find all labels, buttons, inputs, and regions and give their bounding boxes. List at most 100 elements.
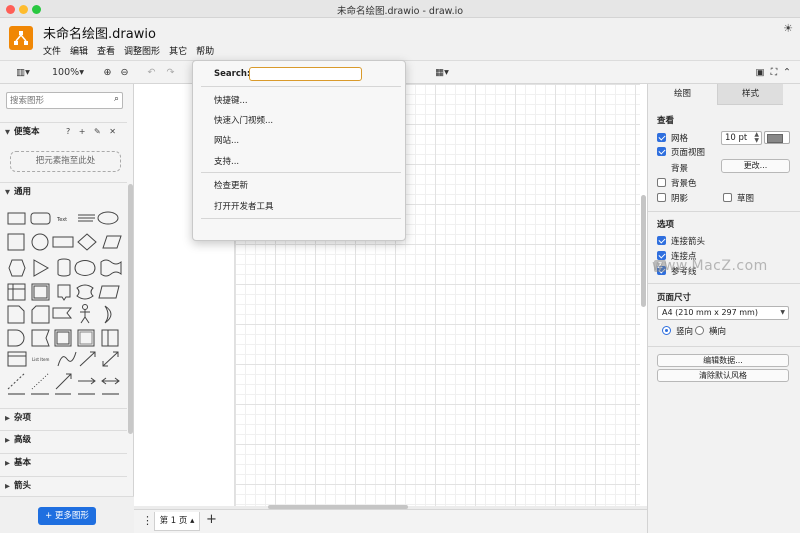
shape-row-4 [7,283,120,301]
change-background-button[interactable]: 更改... [721,159,790,173]
section-scratchpad[interactable]: ▼ 便笺本 ? + ✎ ✕ [0,122,127,140]
caret-right-icon: ▶ [5,414,10,422]
undo-icon[interactable]: ↶ [145,65,158,80]
grid-color-swatch[interactable] [764,131,790,144]
zoom-select[interactable]: 100%▾ [48,65,88,80]
menu-file[interactable]: 文件 [43,44,61,57]
grid-size-input[interactable]: 10 pt ▲ ▼ [721,131,762,145]
background-color-checkbox[interactable] [657,178,666,187]
shape-row-7: List Item [7,351,119,367]
sidebar-footer: + 更多图形 [0,496,134,533]
edit-data-button[interactable]: 编辑数据... [657,354,789,367]
caret-right-icon: ▶ [5,482,10,490]
scratchpad-tools[interactable]: ? + ✎ ✕ [66,123,119,141]
fullscreen-icon[interactable]: ⛶ [768,65,780,80]
caret-right-icon: ▶ [5,436,10,444]
shape-row-5 [7,304,112,324]
shadow-label: 阴影 [671,194,689,204]
landscape-label: 横向 [709,327,727,337]
more-shapes-button[interactable]: + 更多图形 [38,507,96,525]
redo-icon[interactable]: ↷ [164,65,177,80]
shapes-sidebar: ⌕ ▼便笺本 ? + ✎ ✕ 把元素拖至此处 ▼通用 Text [0,84,134,533]
document-title[interactable]: 未命名绘图.drawio [43,23,156,42]
shape-row-8 [7,372,120,390]
collapse-icon[interactable]: ⌃ [781,65,793,80]
section-advanced[interactable]: ▶ 高级 [0,430,127,448]
sketch-checkbox[interactable] [723,193,732,202]
select-arrow-icon: ▼ [780,309,785,316]
background-label: 背景 [671,164,689,174]
panel-toggle-icon[interactable]: ▥▾ [10,65,36,80]
page-tabs-bar: ⋮ 第 1 页 ▴ + [134,509,647,533]
shape-row-1: Text [7,211,119,225]
menu-separator [201,86,401,87]
panel-divider [648,346,800,347]
menu-edit[interactable]: 编辑 [70,44,88,57]
stepper-icon[interactable]: ▲ ▼ [754,132,759,144]
table-icon[interactable]: ▦▾ [430,65,454,80]
section-basic[interactable]: ▶ 基本 [0,453,127,471]
menu-item-quickstart-video[interactable]: 快速入门视频... [214,114,273,126]
window-title: 未命名绘图.drawio - draw.io [336,6,464,17]
zoom-out-icon[interactable]: ⊖ [118,65,131,80]
format-tabs: 绘图 样式 [648,84,800,105]
menu-item-website[interactable]: 网站... [214,134,239,146]
menu-item-check-updates[interactable]: 检查更新 [214,179,248,191]
format-panel-icon[interactable]: ▣ [754,65,766,80]
shape-row-3 [8,258,122,277]
caret-right-icon: ▶ [5,459,10,467]
tab-style[interactable]: 样式 [717,84,783,105]
canvas-vertical-scrollbar[interactable] [641,195,646,307]
page-size-title: 页面尺寸 [657,293,692,303]
sidebar-scrollbar[interactable] [128,184,133,434]
page-size-select[interactable]: A4 (210 mm x 297 mm) ▼ [657,306,789,320]
help-search-input[interactable] [249,67,362,81]
menu-separator [201,172,401,173]
caret-down-icon: ▼ [5,128,10,136]
clear-default-style-button[interactable]: 清除默认风格 [657,369,789,382]
scratchpad-dropzone[interactable]: 把元素拖至此处 [10,151,121,172]
background-color-label: 背景色 [671,179,697,189]
panel-divider [648,283,800,284]
portrait-radio[interactable] [662,326,671,335]
shape-row-2 [7,233,122,251]
section-misc[interactable]: ▶ 杂项 [0,408,127,426]
page-tab-1[interactable]: 第 1 页 ▴ [154,512,200,531]
grid-label: 网格 [671,134,689,144]
connection-arrows-checkbox[interactable] [657,236,666,245]
connection-arrows-label: 连接箭头 [671,237,706,247]
panel-divider [648,211,800,212]
shape-search-input[interactable] [10,94,106,107]
tab-diagram[interactable]: 绘图 [648,84,717,105]
search-icon[interactable]: ⌕ [114,94,119,104]
watermark-text: www.MacZ.com [652,258,768,274]
caret-down-icon: ▼ [5,188,10,196]
help-menu-dropdown: Search: 快捷键... 快速入门视频... 网站... 支持... 检查更… [192,60,406,241]
menu-extras[interactable]: 其它 [169,44,187,57]
general-shapes-palette[interactable]: Text List Item [5,206,125,396]
zoom-in-icon[interactable]: ⊕ [101,65,114,80]
help-search-label: Search: [214,69,251,79]
add-page-icon[interactable]: + [206,512,217,527]
menu-item-support[interactable]: 支持... [214,155,239,167]
portrait-label: 竖向 [676,327,694,337]
menu-item-shortcuts[interactable]: 快捷键... [214,94,248,106]
menu-view[interactable]: 查看 [97,44,115,57]
menu-item-open-devtools[interactable]: 打开开发者工具 [214,200,274,212]
svg-text:List Item: List Item [32,357,49,362]
menu-arrange[interactable]: 调整图形 [124,44,160,57]
menu-help[interactable]: 帮助 [196,44,214,57]
section-general[interactable]: ▼ 通用 [0,182,127,200]
grid-checkbox[interactable] [657,133,666,142]
page-view-checkbox[interactable] [657,147,666,156]
pages-menu-icon[interactable]: ⋮ [142,514,153,527]
theme-sun-icon[interactable]: ☀ [783,22,793,35]
format-panel: 绘图 样式 查看 网格 10 pt ▲ ▼ 页面视图 背景 更改... 背景色 阴影… [647,84,800,533]
section-arrows[interactable]: ▶ 箭头 [0,476,127,494]
menu-bar: 文件 编辑 查看 调整图形 其它 帮助 [43,44,214,57]
shadow-checkbox[interactable] [657,193,666,202]
drawio-logo-icon [9,26,33,50]
options-section-title: 选项 [657,220,675,230]
page-view-label: 页面视图 [671,148,706,158]
landscape-radio[interactable] [695,326,704,335]
